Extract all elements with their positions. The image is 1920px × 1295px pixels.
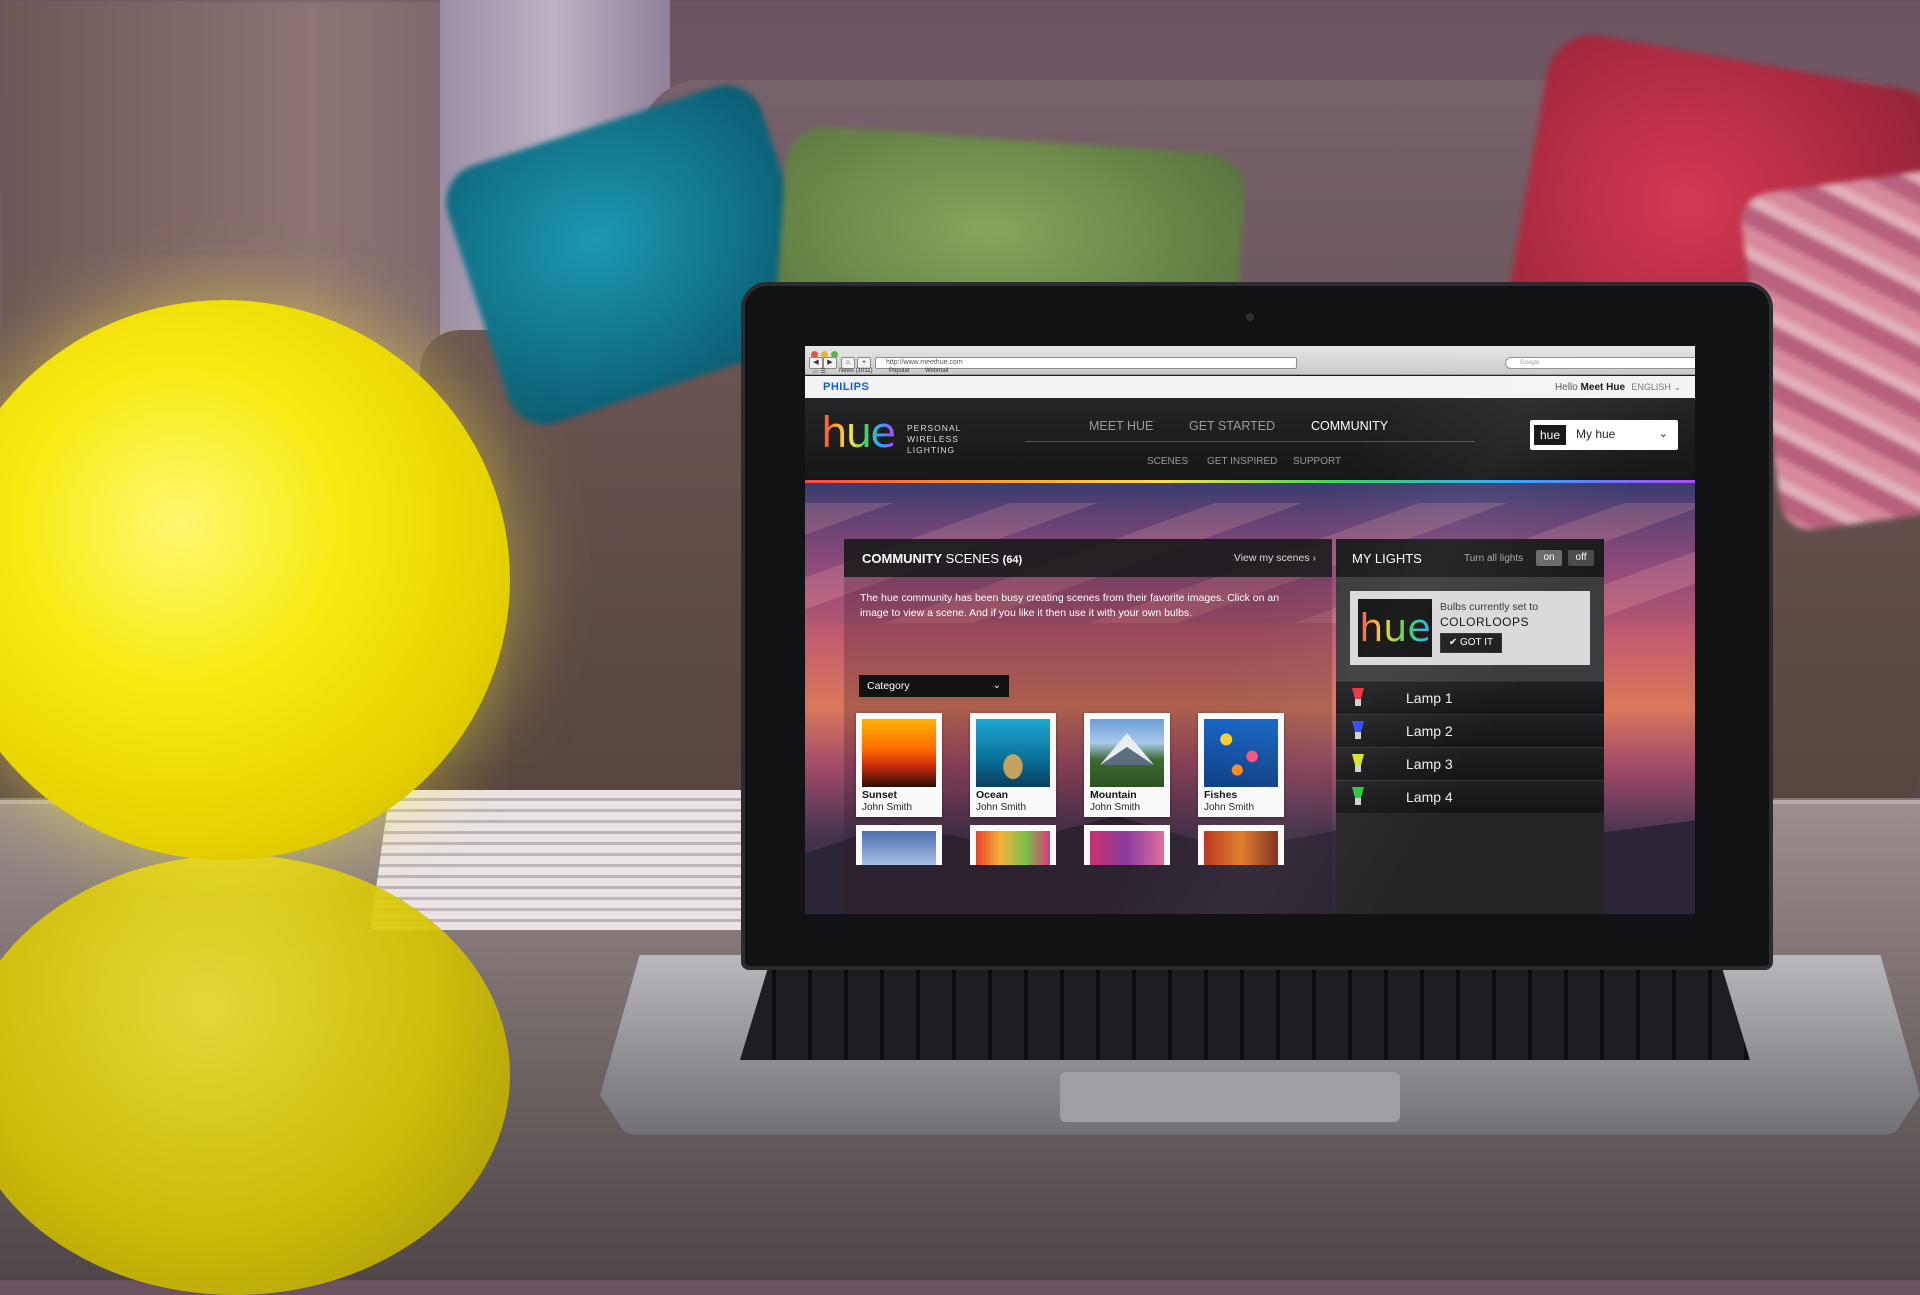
magazine-stack xyxy=(370,790,770,930)
checkmark-icon: ✔ xyxy=(1448,637,1460,648)
my-lights-header: MY LIGHTS Turn all lights on off xyxy=(1336,539,1604,577)
community-title: COMMUNITY SCENES (64) xyxy=(862,551,1022,566)
lamp-label: Lamp 3 xyxy=(1406,756,1453,772)
greeting-text: Hello xyxy=(1554,382,1578,393)
subnav-get-inspired[interactable]: GET INSPIRED xyxy=(1207,456,1277,467)
hue-logo: hue xyxy=(1358,599,1432,657)
chevron-down-icon: ⌄ xyxy=(992,680,1001,691)
category-label: Category xyxy=(867,680,910,692)
all-lights-on-button[interactable]: on xyxy=(1536,550,1562,566)
scene-card-partial[interactable] xyxy=(1198,825,1284,865)
my-lights-title: MY LIGHTS xyxy=(1352,551,1422,566)
view-my-scenes-link[interactable]: View my scenes › xyxy=(1234,552,1316,564)
hue-navbar: hue PERSONAL WIRELESS LIGHTING MEET HUE … xyxy=(805,398,1695,480)
scene-thumbnail xyxy=(1090,831,1164,865)
bookmark-popular[interactable]: Popular xyxy=(889,368,910,374)
language-select[interactable]: ENGLISH ⌄ xyxy=(1631,382,1681,393)
scene-card-partial[interactable] xyxy=(970,825,1056,865)
scene-name: Fishes xyxy=(1204,789,1238,801)
got-it-button[interactable]: ✔ GOT IT xyxy=(1440,633,1502,653)
lamp-row[interactable]: Lamp 1 xyxy=(1336,681,1604,714)
scene-author: John Smith xyxy=(862,802,913,813)
bulb-icon xyxy=(1352,754,1364,772)
my-lights-panel: MY LIGHTS Turn all lights on off hue Bul… xyxy=(1336,539,1604,914)
language-label: ENGLISH xyxy=(1631,382,1671,392)
scene-card-ocean[interactable]: Ocean John Smith xyxy=(970,713,1056,817)
community-description: The hue community has been busy creating… xyxy=(860,592,1280,619)
subnav-scenes[interactable]: SCENES xyxy=(1147,456,1188,467)
ocean-thumbnail xyxy=(976,719,1050,787)
lamp-row[interactable]: Lamp 3 xyxy=(1336,747,1604,780)
hue-tagline: PERSONAL WIRELESS LIGHTING xyxy=(907,423,962,455)
view-my-scenes-label: View my scenes xyxy=(1233,552,1310,564)
got-it-label: GOT IT xyxy=(1460,637,1494,648)
lamp-label: Lamp 1 xyxy=(1406,690,1453,706)
scene-name: Sunset xyxy=(862,789,898,801)
chevron-down-icon: ⌄ xyxy=(1658,428,1668,440)
scene-name: Ocean xyxy=(976,789,1009,801)
category-dropdown[interactable]: Category ⌄ xyxy=(859,675,1009,697)
scene-thumbnail xyxy=(1204,831,1278,865)
bulb-icon xyxy=(1352,688,1364,706)
scene-card-mountain[interactable]: Mountain John Smith xyxy=(1084,713,1170,817)
nav-community[interactable]: COMMUNITY xyxy=(1311,419,1388,433)
scene-card-sunset[interactable]: Sunset John Smith xyxy=(856,713,942,817)
bookmarks-icon[interactable]: ▭ ☰ xyxy=(813,368,826,375)
nav-divider xyxy=(1025,441,1475,442)
scene-thumbnail xyxy=(976,831,1050,865)
bulbs-status-mode: COLORLOOPS xyxy=(1440,615,1530,629)
user-name[interactable]: Meet Hue xyxy=(1581,382,1625,393)
camera-icon xyxy=(1246,313,1254,321)
colorloop-card: hue Bulbs currently set to COLORLOOPS ✔ … xyxy=(1350,591,1590,665)
my-hue-label: My hue xyxy=(1576,427,1616,441)
lamp-row[interactable]: Lamp 4 xyxy=(1336,780,1604,813)
laptop-keyboard xyxy=(740,960,1750,1060)
my-hue-logo: hue xyxy=(1534,425,1566,445)
scene-author: John Smith xyxy=(1090,802,1141,813)
laptop-trackpad xyxy=(1060,1072,1400,1122)
philips-topbar: PHILIPS Hello Meet Hue ENGLISH ⌄ xyxy=(805,376,1695,399)
scene-author: John Smith xyxy=(1204,802,1255,813)
colorloop-status-box: hue Bulbs currently set to COLORLOOPS ✔ … xyxy=(1336,577,1604,681)
chevron-right-icon: › xyxy=(1312,552,1317,564)
user-greeting: Hello Meet Hue xyxy=(1555,382,1625,393)
community-title-light: SCENES xyxy=(945,551,1000,566)
scene-card-partial[interactable] xyxy=(1084,825,1170,865)
bulb-icon xyxy=(1352,787,1364,805)
mountain-thumbnail xyxy=(1090,719,1164,787)
nav-meet-hue[interactable]: MEET HUE xyxy=(1089,419,1153,433)
lamp-label: Lamp 2 xyxy=(1406,723,1453,739)
bulbs-status-text: Bulbs currently set to xyxy=(1440,601,1539,613)
sunset-thumbnail xyxy=(862,719,936,787)
scene-card-partial[interactable] xyxy=(856,825,942,865)
scene-author: John Smith xyxy=(976,802,1027,813)
scene-thumbnail xyxy=(862,831,936,865)
philips-logo[interactable]: PHILIPS xyxy=(823,381,869,393)
turn-all-lights-label: Turn all lights xyxy=(1464,553,1524,564)
laptop-screen: ◀ ▶ ⌂ + http://www.meethue.com Google ▭ … xyxy=(805,346,1695,914)
scene-card-fishes[interactable]: Fishes John Smith xyxy=(1198,713,1284,817)
community-header: COMMUNITY SCENES (64) View my scenes › xyxy=(844,539,1332,577)
lamp-label: Lamp 4 xyxy=(1406,789,1453,805)
all-lights-off-button[interactable]: off xyxy=(1568,550,1594,566)
browser-toolbar: ◀ ▶ ⌂ + http://www.meethue.com Google ▭ … xyxy=(805,346,1695,375)
bookmark-webmail[interactable]: Webmail xyxy=(925,368,948,374)
nav-get-started[interactable]: GET STARTED xyxy=(1189,419,1275,433)
hero-sunset-background: COMMUNITY SCENES (64) View my scenes › T… xyxy=(805,483,1695,914)
community-title-bold: COMMUNITY xyxy=(862,551,942,566)
community-scenes-panel: COMMUNITY SCENES (64) View my scenes › T… xyxy=(844,539,1332,914)
chevron-down-icon: ⌄ xyxy=(1673,382,1681,392)
bookmark-news[interactable]: News (1011) xyxy=(839,368,873,374)
mountain-peak-icon xyxy=(1100,733,1154,765)
fishes-thumbnail xyxy=(1204,719,1278,787)
scene-count: (64) xyxy=(1002,554,1023,566)
my-hue-dropdown[interactable]: hue My hue ⌄ xyxy=(1530,420,1678,450)
subnav-support[interactable]: SUPPORT xyxy=(1293,456,1341,467)
bulb-icon xyxy=(1352,721,1364,739)
hue-logo[interactable]: hue xyxy=(821,408,896,457)
scene-name: Mountain xyxy=(1090,789,1137,801)
lamp-row[interactable]: Lamp 2 xyxy=(1336,714,1604,747)
bookmarks-bar: ▭ ☰ News (1011) Popular Webmail xyxy=(805,368,1695,376)
